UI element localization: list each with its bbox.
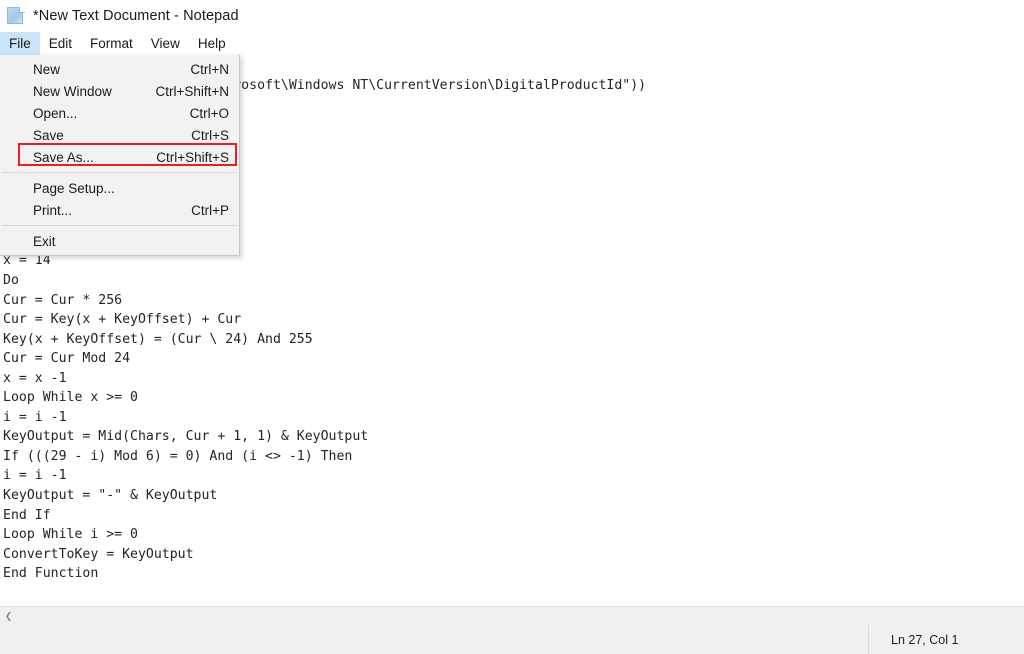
menubar-item-view[interactable]: View [142,32,189,55]
menubar-item-help[interactable]: Help [189,32,235,55]
menu-item-open-shortcut: Ctrl+O [189,105,229,121]
menubar-item-edit[interactable]: Edit [40,32,81,55]
menu-item-page-setup[interactable]: Page Setup... [0,177,239,199]
menu-separator-1 [2,172,237,173]
horizontal-scrollbar-track[interactable] [17,607,1024,626]
menu-item-open-label: Open... [33,105,78,121]
menu-item-new-window-label: New Window [33,83,112,99]
icon-corner-fold-shape [19,7,25,13]
status-bar: Ln 27, Col 1 [0,625,1024,654]
menu-item-new-window-shortcut: Ctrl+Shift+N [155,83,229,99]
menu-item-save-label: Save [33,127,64,143]
menu-item-save-as[interactable]: Save As... Ctrl+Shift+S [0,146,239,168]
menu-item-new-label: New [33,61,61,77]
window-title: *New Text Document - Notepad [33,8,239,24]
menu-item-save[interactable]: Save Ctrl+S [0,124,239,146]
menu-item-page-setup-label: Page Setup... [33,180,115,196]
menubar-item-format[interactable]: Format [81,32,142,55]
menu-item-print-label: Print... [33,202,73,218]
menu-item-exit[interactable]: Exit [0,230,239,252]
menu-item-print-shortcut: Ctrl+P [191,202,229,218]
file-dropdown-menu: New Ctrl+N New Window Ctrl+Shift+N Open.… [0,55,240,256]
menu-bar: File Edit Format View Help [0,32,1024,56]
menu-item-new-shortcut: Ctrl+N [190,61,229,77]
horizontal-scrollbar[interactable]: ❮ [0,606,1024,626]
status-bar-cursor-position: Ln 27, Col 1 [891,632,959,647]
notepad-document-icon [7,7,25,25]
menu-separator-2 [2,225,237,226]
menu-item-save-shortcut: Ctrl+S [191,127,229,143]
menu-item-new[interactable]: New Ctrl+N [0,58,239,80]
title-bar: *New Text Document - Notepad [0,0,1024,32]
menu-item-save-as-label: Save As... [33,149,94,165]
chevron-left-icon[interactable]: ❮ [0,607,17,626]
menu-item-open[interactable]: Open... Ctrl+O [0,102,239,124]
menu-item-print[interactable]: Print... Ctrl+P [0,199,239,221]
menu-item-exit-label: Exit [33,233,56,249]
menu-item-save-as-shortcut: Ctrl+Shift+S [156,149,229,165]
menubar-item-file[interactable]: File [0,32,40,55]
menu-item-new-window[interactable]: New Window Ctrl+Shift+N [0,80,239,102]
